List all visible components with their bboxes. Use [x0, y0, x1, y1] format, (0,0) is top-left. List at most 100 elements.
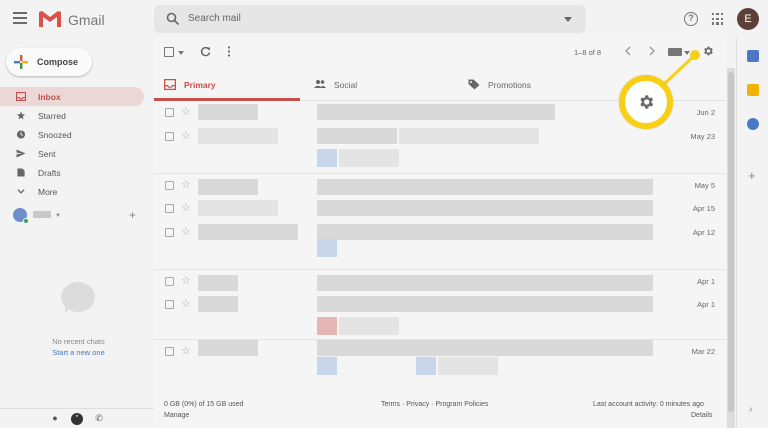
- sidebar-item-label: Drafts: [38, 168, 61, 178]
- chat-bar: ● " ✆: [0, 408, 157, 428]
- email-date: Mar 22: [691, 347, 715, 356]
- account-avatar[interactable]: E: [737, 8, 759, 30]
- email-attachments-row: [154, 317, 726, 339]
- main-menu-icon[interactable]: [13, 12, 27, 24]
- last-activity: Last account activity: 0 minutes ago: [593, 401, 704, 408]
- star-icon[interactable]: ☆: [181, 225, 191, 238]
- row-checkbox[interactable]: [165, 277, 174, 286]
- draft-icon: [17, 168, 25, 177]
- settings-highlight-callout: [619, 75, 673, 129]
- star-icon[interactable]: ☆: [181, 178, 191, 191]
- scrollbar-thumb[interactable]: [728, 72, 734, 412]
- email-row[interactable]: ☆ Apr 1: [154, 293, 726, 317]
- sidebar-item-sent[interactable]: Sent: [0, 144, 144, 163]
- manage-storage-link[interactable]: Manage: [164, 412, 189, 419]
- sidebar-item-more[interactable]: More: [0, 182, 144, 201]
- chat-user-row[interactable]: ▼ +: [13, 208, 143, 224]
- row-checkbox[interactable]: [165, 181, 174, 190]
- snippet-redacted: [399, 128, 539, 144]
- tab-primary[interactable]: Primary: [154, 69, 300, 101]
- star-icon[interactable]: ☆: [181, 129, 191, 142]
- settings-gear-icon[interactable]: [637, 93, 655, 111]
- email-row[interactable]: ☆ Apr 1: [154, 269, 726, 293]
- tab-promotions[interactable]: Promotions: [458, 69, 604, 101]
- tasks-icon[interactable]: [747, 118, 759, 130]
- email-date: May 23: [690, 132, 715, 141]
- subject-redacted: [317, 128, 397, 144]
- more-vertical-icon[interactable]: [227, 46, 231, 57]
- tab-social[interactable]: Social: [304, 69, 450, 101]
- row-checkbox[interactable]: [165, 228, 174, 237]
- email-date: Apr 1: [697, 277, 715, 286]
- gmail-logo-icon[interactable]: [38, 10, 62, 28]
- email-attachments-row: [154, 149, 726, 173]
- compose-label: Compose: [37, 57, 79, 67]
- keep-icon[interactable]: [747, 84, 759, 96]
- email-row[interactable]: ☆ Apr 12: [154, 221, 726, 245]
- star-icon[interactable]: ☆: [181, 105, 191, 118]
- chevron-right-icon[interactable]: ›: [749, 404, 752, 415]
- apps-grid-icon[interactable]: [712, 13, 724, 25]
- sidebar-item-label: Inbox: [38, 92, 61, 102]
- select-all-checkbox[interactable]: [164, 47, 174, 57]
- subject-redacted: [317, 224, 653, 240]
- refresh-icon[interactable]: [200, 46, 211, 57]
- attachment-redacted: [339, 317, 399, 335]
- inbox-icon: [164, 79, 176, 90]
- row-checkbox[interactable]: [165, 108, 174, 117]
- email-row[interactable]: ☆ Apr 15: [154, 197, 726, 221]
- no-chats-text: No recent chats: [52, 337, 105, 346]
- star-icon[interactable]: ☆: [181, 344, 191, 357]
- app-name: Gmail: [68, 12, 105, 28]
- settings-gear-icon[interactable]: [702, 45, 714, 57]
- contacts-icon[interactable]: ●: [49, 413, 61, 425]
- email-date: Apr 12: [692, 228, 715, 237]
- star-icon[interactable]: ☆: [181, 201, 191, 214]
- sender-redacted: [198, 179, 258, 195]
- row-checkbox[interactable]: [165, 132, 174, 141]
- star-icon[interactable]: ☆: [181, 297, 191, 310]
- add-chat-icon[interactable]: +: [129, 208, 136, 222]
- activity-details-link[interactable]: Details: [691, 412, 712, 419]
- caret-down-icon[interactable]: ▼: [55, 213, 61, 219]
- footer-links[interactable]: Terms · Privacy · Program Policies: [381, 401, 488, 408]
- sidebar-item-starred[interactable]: Starred: [0, 106, 144, 125]
- star-icon: [16, 111, 26, 120]
- sidebar-item-inbox[interactable]: Inbox: [0, 87, 144, 106]
- sidebar-item-label: Starred: [38, 111, 66, 121]
- star-icon[interactable]: ☆: [181, 274, 191, 287]
- chevron-down-icon: [17, 189, 25, 194]
- email-date: Jun 2: [696, 108, 715, 117]
- attachment-redacted: [339, 149, 399, 167]
- help-icon[interactable]: ?: [684, 12, 698, 26]
- input-tools-icon[interactable]: [668, 48, 682, 56]
- sidebar-item-label: More: [38, 187, 58, 197]
- sidebar-item-label: Snoozed: [38, 130, 72, 140]
- email-row[interactable]: ☆ May 23: [154, 125, 726, 149]
- row-checkbox[interactable]: [165, 300, 174, 309]
- row-checkbox[interactable]: [165, 204, 174, 213]
- scrollbar[interactable]: [727, 68, 735, 428]
- phone-icon[interactable]: ✆: [93, 413, 105, 425]
- subject-redacted: [317, 340, 653, 356]
- chevron-right-icon[interactable]: [648, 46, 656, 56]
- select-options-icon[interactable]: [178, 51, 184, 55]
- search-icon[interactable]: [166, 12, 180, 26]
- calendar-icon[interactable]: [747, 50, 759, 62]
- sidebar-item-snoozed[interactable]: Snoozed: [0, 125, 144, 144]
- start-chat-link[interactable]: Start a new one: [0, 348, 157, 357]
- email-date: May 5: [694, 181, 715, 190]
- sidebar-item-label: Sent: [38, 149, 56, 159]
- input-tools-caret-icon[interactable]: [684, 51, 690, 55]
- attachment-redacted: [317, 239, 337, 257]
- compose-button[interactable]: Compose: [6, 48, 92, 76]
- hangouts-icon[interactable]: ": [71, 413, 83, 425]
- search-input[interactable]: Search mail: [154, 5, 586, 33]
- row-checkbox[interactable]: [165, 347, 174, 356]
- user-name-redacted: [33, 211, 51, 218]
- add-addon-icon[interactable]: +: [748, 168, 756, 183]
- chevron-left-icon[interactable]: [624, 46, 632, 56]
- sidebar-item-drafts[interactable]: Drafts: [0, 163, 144, 182]
- search-options-icon[interactable]: [564, 17, 572, 22]
- email-row[interactable]: ☆ May 5: [154, 173, 726, 197]
